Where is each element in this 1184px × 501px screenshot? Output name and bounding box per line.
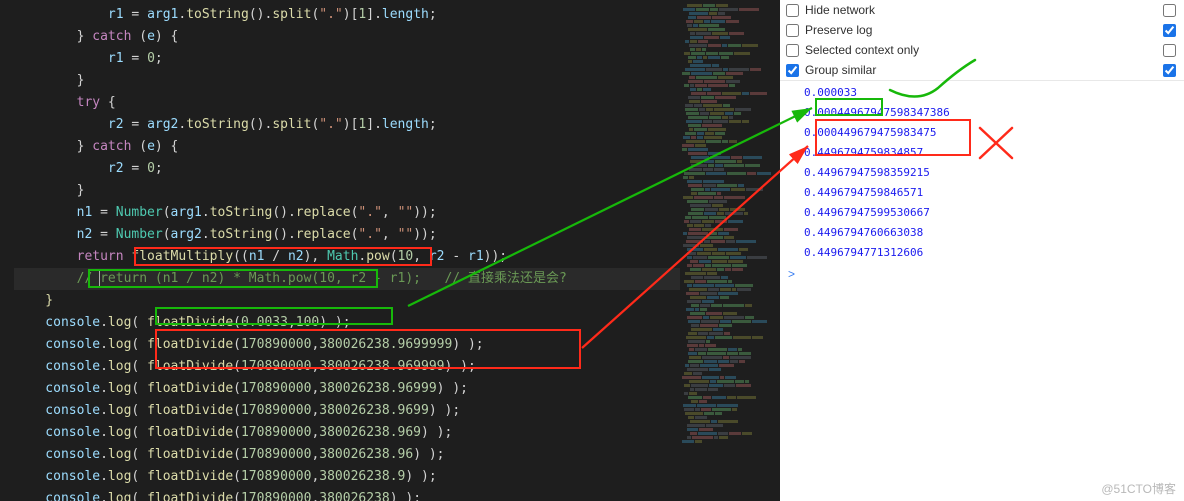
option-text: Hide network	[805, 3, 875, 17]
console-output-line[interactable]: 0.000033	[780, 83, 1184, 103]
watermark: @51CTO博客	[1101, 480, 1176, 497]
console-output: 0.0000330.000449679475983473860.00044967…	[780, 81, 1184, 265]
code-line[interactable]: console.log( floatDivide(170890000,38002…	[14, 356, 680, 378]
option-text: Group similar	[805, 63, 876, 77]
console-option: Selected context only	[780, 40, 1184, 60]
code-line[interactable]: console.log( floatDivide(170890000,38002…	[14, 334, 680, 356]
code-line[interactable]: }	[14, 180, 680, 202]
option-checkbox[interactable]	[786, 4, 799, 17]
code-line[interactable]: } catch (e) {	[14, 26, 680, 48]
code-line[interactable]: console.log( floatDivide(170890000,38002…	[14, 378, 680, 400]
code-line[interactable]: return floatMultiply((n1 / n2), Math.pow…	[14, 246, 680, 268]
console-option: Hide network	[780, 0, 1184, 20]
option-label[interactable]: Group similar	[786, 63, 876, 77]
code-line[interactable]: console.log( floatDivide(0.0033,100) );	[14, 312, 680, 334]
console-option: Group similar	[780, 60, 1184, 80]
code-editor[interactable]: r1 = arg1.toString().split(".")[1].lengt…	[0, 0, 680, 501]
code-line[interactable]: r1 = arg1.toString().split(".")[1].lengt…	[14, 4, 680, 26]
option-right-checkbox[interactable]	[1163, 4, 1176, 17]
code-line[interactable]: // return (n1 / n2) * Math.pow(10, r2 - …	[14, 268, 680, 290]
code-line[interactable]: r2 = 0;	[14, 158, 680, 180]
option-label[interactable]: Hide network	[786, 3, 875, 17]
console-output-line[interactable]: 0.000449679475983475	[780, 123, 1184, 143]
code-line[interactable]: console.log( floatDivide(170890000,38002…	[14, 400, 680, 422]
option-right-checkbox[interactable]	[1163, 64, 1176, 77]
code-line[interactable]: n2 = Number(arg2.toString().replace(".",…	[14, 224, 680, 246]
code-line[interactable]: }	[14, 70, 680, 92]
option-label[interactable]: Preserve log	[786, 23, 872, 37]
code-line[interactable]: console.log( floatDivide(170890000,38002…	[14, 444, 680, 466]
console-options: Hide network Preserve log Selected context…	[780, 0, 1184, 80]
console-output-line[interactable]: 0.44967947598359215	[780, 163, 1184, 183]
console-output-line[interactable]: 0.4496794760663038	[780, 223, 1184, 243]
option-text: Preserve log	[805, 23, 872, 37]
code-line[interactable]: console.log( floatDivide(170890000,38002…	[14, 422, 680, 444]
code-line[interactable]: console.log( floatDivide(170890000,38002…	[14, 466, 680, 488]
console-output-line[interactable]: 0.00044967947598347386	[780, 103, 1184, 123]
devtools-console: Hide network Preserve log Selected context…	[780, 0, 1184, 501]
option-checkbox[interactable]	[786, 44, 799, 57]
option-checkbox[interactable]	[786, 64, 799, 77]
console-output-line[interactable]: 0.44967947599530667	[780, 203, 1184, 223]
code-line[interactable]: } catch (e) {	[14, 136, 680, 158]
option-label[interactable]: Selected context only	[786, 43, 919, 57]
console-output-line[interactable]: 0.4496794759834857	[780, 143, 1184, 163]
option-checkbox[interactable]	[786, 24, 799, 37]
console-output-line[interactable]: 0.4496794771312606	[780, 243, 1184, 263]
option-right-checkbox[interactable]	[1163, 44, 1176, 57]
code-line[interactable]: r1 = 0;	[14, 48, 680, 70]
code-line[interactable]: n1 = Number(arg1.toString().replace(".",…	[14, 202, 680, 224]
code-line[interactable]: r2 = arg2.toString().split(".")[1].lengt…	[14, 114, 680, 136]
code-line[interactable]: console.log( floatDivide(170890000,38002…	[14, 488, 680, 501]
minimap[interactable]	[680, 0, 780, 501]
console-prompt[interactable]: >	[780, 265, 1184, 283]
option-right-checkbox[interactable]	[1163, 24, 1176, 37]
option-text: Selected context only	[805, 43, 919, 57]
console-option: Preserve log	[780, 20, 1184, 40]
code-line[interactable]: }	[14, 290, 680, 312]
code-line[interactable]: try {	[14, 92, 680, 114]
console-output-line[interactable]: 0.4496794759846571	[780, 183, 1184, 203]
